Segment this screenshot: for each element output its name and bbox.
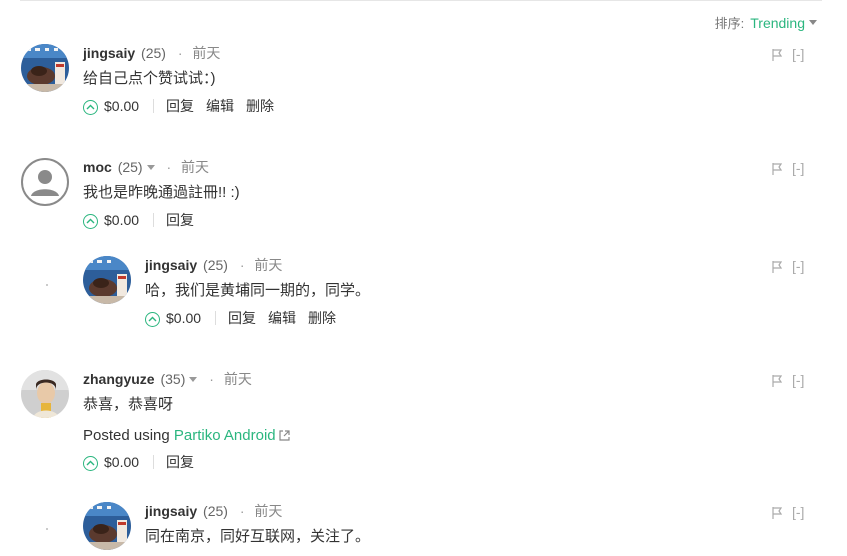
avatar[interactable] [21, 158, 69, 206]
partiko-link[interactable]: Partiko Android [174, 427, 276, 444]
author-name[interactable]: jingsaiy [145, 503, 197, 519]
flag-icon[interactable] [772, 48, 783, 64]
upvote-icon[interactable] [83, 214, 98, 229]
reply-button[interactable]: 回复 [166, 98, 194, 114]
payout-value[interactable]: $0.00 [104, 98, 139, 114]
chevron-down-icon[interactable] [146, 165, 155, 170]
author-reputation: (25) [141, 45, 166, 61]
comment-text: 我也是昨晚通過註冊!! :) [83, 184, 240, 201]
author-reputation: (25) [117, 159, 143, 175]
divider [153, 455, 155, 469]
collapse-toggle[interactable]: [-] [792, 504, 804, 520]
payout-value[interactable]: $0.00 [104, 212, 139, 228]
avatar[interactable] [83, 256, 131, 304]
delete-button[interactable]: 删除 [246, 98, 274, 114]
sort-value[interactable]: Trending [750, 15, 805, 31]
divider [215, 311, 217, 325]
divider [153, 213, 155, 227]
comment-text: 恭喜，恭喜呀 [83, 396, 174, 413]
edit-button[interactable]: 编辑 [268, 310, 296, 326]
delete-button[interactable]: 删除 [308, 310, 336, 326]
thread-marker [46, 284, 48, 286]
timestamp[interactable]: 前天 [224, 371, 252, 387]
divider [153, 99, 155, 113]
sort-selector[interactable]: 排序: Trending [715, 13, 817, 32]
reply-button[interactable]: 回复 [166, 454, 194, 470]
chevron-down-icon[interactable] [189, 377, 198, 382]
separator-dot: · [239, 503, 245, 519]
separator-dot: · [177, 45, 183, 61]
separator-dot: · [239, 257, 245, 273]
payout-value[interactable]: $0.00 [166, 310, 201, 326]
collapse-toggle[interactable]: [-] [792, 258, 804, 274]
flag-icon[interactable] [772, 506, 783, 522]
collapse-toggle[interactable]: [-] [792, 160, 804, 176]
avatar[interactable] [21, 370, 69, 418]
edit-button[interactable]: 编辑 [206, 98, 234, 114]
avatar[interactable] [21, 44, 69, 92]
author-reputation: (25) [203, 503, 228, 519]
timestamp[interactable]: 前天 [181, 159, 209, 175]
author-reputation: (35) [160, 371, 186, 387]
flag-icon[interactable] [772, 162, 783, 178]
avatar[interactable] [83, 502, 131, 550]
separator-dot: · [209, 371, 214, 387]
chevron-down-icon[interactable] [809, 20, 817, 25]
posted-using-label: Posted using [83, 427, 170, 444]
timestamp[interactable]: 前天 [192, 45, 220, 61]
author-reputation: (25) [203, 257, 228, 273]
author-name[interactable]: zhangyuze [83, 371, 155, 387]
payout-value[interactable]: $0.00 [104, 454, 139, 470]
reply-button[interactable]: 回复 [166, 212, 194, 228]
top-divider [20, 0, 822, 1]
timestamp[interactable]: 前天 [254, 257, 282, 273]
sort-label: 排序: [714, 16, 745, 31]
upvote-icon[interactable] [83, 100, 98, 115]
upvote-icon[interactable] [145, 312, 160, 327]
author-name[interactable]: jingsaiy [145, 257, 197, 273]
upvote-icon[interactable] [83, 456, 98, 471]
user-placeholder-icon [31, 170, 59, 196]
timestamp[interactable]: 前天 [254, 503, 282, 519]
thread-marker [46, 528, 48, 530]
comment-text: 哈，我们是黄埔同一期的，同学。 [145, 282, 371, 299]
comment-text: 同在南京，同好互联网，关注了。 [145, 528, 371, 545]
author-name[interactable]: moc [83, 159, 112, 175]
comment-text: 给自己点个赞试试：) [83, 70, 216, 87]
reply-button[interactable]: 回复 [228, 310, 256, 326]
collapse-toggle[interactable]: [-] [792, 372, 804, 388]
posted-using: Posted using Partiko Android [83, 427, 703, 445]
collapse-toggle[interactable]: [-] [792, 46, 804, 62]
separator-dot: · [166, 159, 172, 175]
author-name[interactable]: jingsaiy [83, 45, 135, 61]
external-link-icon[interactable] [279, 428, 290, 445]
flag-icon[interactable] [772, 260, 783, 276]
flag-icon[interactable] [772, 374, 783, 390]
